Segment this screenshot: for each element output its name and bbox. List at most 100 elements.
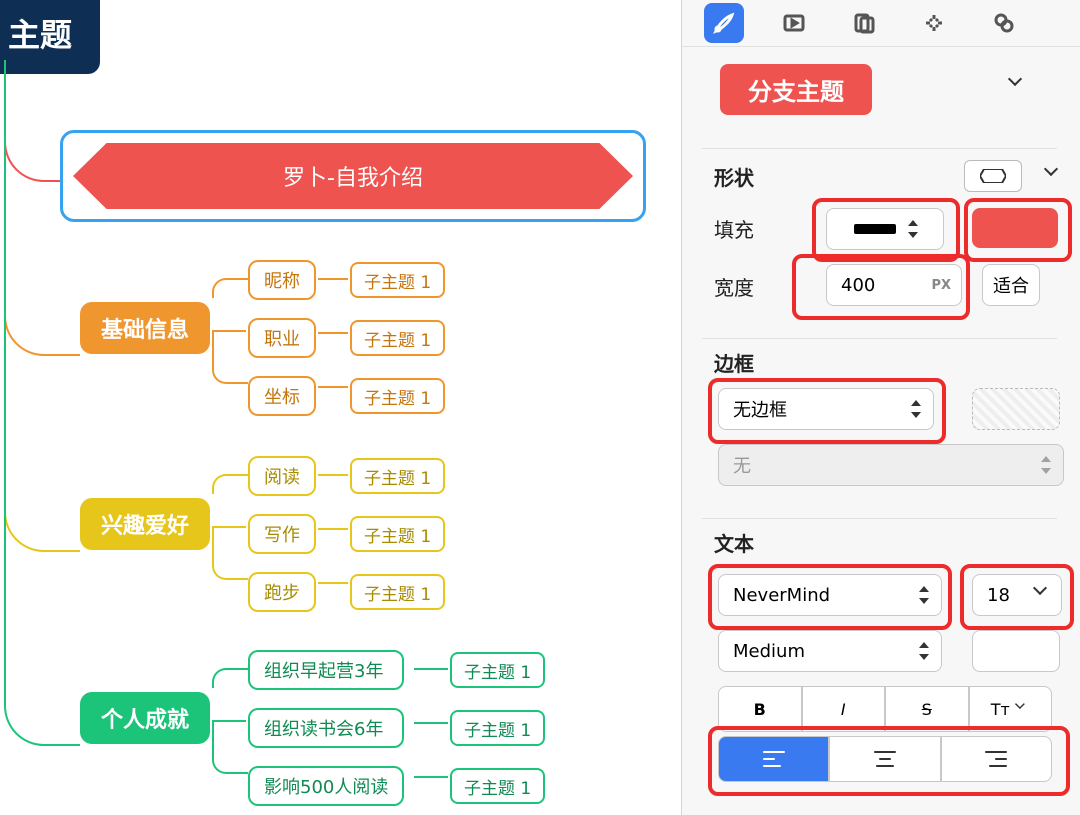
bold-button[interactable]: B xyxy=(718,686,802,732)
sub-node[interactable]: 阅读 xyxy=(248,456,316,496)
sub-node[interactable]: 影响500人阅读 xyxy=(248,766,404,806)
leaf-label: 子主题 1 xyxy=(464,658,531,683)
brush-icon xyxy=(712,11,736,35)
strike-label: S xyxy=(922,700,932,719)
topic-type-label: 分支主题 xyxy=(720,64,872,115)
border-style-select[interactable]: 无边框 xyxy=(718,388,934,430)
leaf-node[interactable]: 子主题 1 xyxy=(350,262,445,298)
selected-topic-node[interactable]: 罗卜-自我介绍 xyxy=(60,130,646,222)
chevron-down-icon xyxy=(1016,703,1027,714)
chevron-down-icon xyxy=(1010,78,1020,84)
topic-type-dropdown[interactable]: 分支主题 xyxy=(720,64,1040,114)
sub-label: 跑步 xyxy=(264,579,300,605)
branch-node[interactable]: 兴趣爱好 xyxy=(80,498,210,550)
leaf-label: 子主题 1 xyxy=(364,326,431,351)
case-button[interactable]: Tᴛ xyxy=(969,686,1053,732)
case-label: Tᴛ xyxy=(991,700,1010,719)
sub-node[interactable]: 坐标 xyxy=(248,376,316,416)
structure-icon xyxy=(922,11,946,35)
strike-button[interactable]: S xyxy=(885,686,969,732)
font-size-select[interactable]: 18 xyxy=(972,574,1062,616)
root-topic-label: 主题 xyxy=(8,16,72,54)
updown-icon xyxy=(917,640,931,662)
font-size-value: 18 xyxy=(987,585,1010,606)
leaf-label: 子主题 1 xyxy=(364,384,431,409)
leaf-label: 子主题 1 xyxy=(364,580,431,605)
font-weight-value: Medium xyxy=(733,641,805,662)
leaf-label: 子主题 1 xyxy=(364,464,431,489)
branch-node[interactable]: 基础信息 xyxy=(80,302,210,354)
chevron-down-icon[interactable] xyxy=(1046,168,1056,174)
width-value: 400 xyxy=(841,275,875,296)
width-input[interactable]: 400 PX xyxy=(826,264,962,306)
sub-node[interactable]: 组织读书会6年 xyxy=(248,708,404,748)
leaf-label: 子主题 1 xyxy=(464,774,531,799)
updown-icon xyxy=(917,584,931,606)
width-unit: PX xyxy=(931,278,951,293)
note-icon xyxy=(852,11,876,35)
updown-icon xyxy=(909,398,923,420)
align-left-button[interactable] xyxy=(718,736,829,782)
sub-node[interactable]: 跑步 xyxy=(248,572,316,612)
leaf-node[interactable]: 子主题 1 xyxy=(450,652,545,688)
selected-topic-label: 罗卜-自我介绍 xyxy=(283,160,423,192)
sub-label: 影响500人阅读 xyxy=(264,773,388,799)
border-line-select: 无 xyxy=(718,444,1064,486)
leaf-label: 子主题 1 xyxy=(464,716,531,741)
style-panel: 分支主题 形状 填充 宽度 400 PX 适合 边框 xyxy=(681,0,1080,815)
sub-node[interactable]: 昵称 xyxy=(248,260,316,300)
shape-select[interactable] xyxy=(964,160,1022,192)
fill-label: 填充 xyxy=(714,214,754,243)
chevron-down-icon xyxy=(1035,587,1051,603)
tab-structure[interactable] xyxy=(914,3,954,43)
fill-pattern-select[interactable] xyxy=(826,208,944,250)
width-fit-label: 适合 xyxy=(993,272,1029,298)
sub-node[interactable]: 职业 xyxy=(248,318,316,358)
sub-node[interactable]: 写作 xyxy=(248,514,316,554)
leaf-label: 子主题 1 xyxy=(364,268,431,293)
text-color-swatch[interactable] xyxy=(972,630,1060,672)
updown-icon xyxy=(906,218,920,240)
sub-label: 昵称 xyxy=(264,267,300,293)
leaf-node[interactable]: 子主题 1 xyxy=(350,378,445,414)
tab-style[interactable] xyxy=(704,3,744,43)
sub-node[interactable]: 组织早起营3年 xyxy=(248,650,404,690)
border-section-label: 边框 xyxy=(714,348,754,377)
solid-fill-swatch-icon xyxy=(854,224,896,234)
sub-label: 坐标 xyxy=(264,383,300,409)
sub-label: 职业 xyxy=(264,325,300,351)
text-section-label: 文本 xyxy=(714,528,754,557)
branch-node[interactable]: 个人成就 xyxy=(80,692,210,744)
branch-label: 兴趣爱好 xyxy=(101,508,189,540)
font-family-select[interactable]: NeverMind xyxy=(718,574,942,616)
leaf-node[interactable]: 子主题 1 xyxy=(350,320,445,356)
border-style-value: 无边框 xyxy=(733,396,787,422)
border-color-swatch[interactable] xyxy=(972,388,1060,430)
align-left-icon xyxy=(763,751,785,767)
shape-label: 形状 xyxy=(714,162,754,191)
width-fit-button[interactable]: 适合 xyxy=(982,264,1040,306)
border-line-value: 无 xyxy=(733,452,751,478)
leaf-node[interactable]: 子主题 1 xyxy=(450,768,545,804)
leaf-node[interactable]: 子主题 1 xyxy=(450,710,545,746)
tab-note[interactable] xyxy=(844,3,884,43)
panel-tabs xyxy=(682,0,1080,47)
leaf-node[interactable]: 子主题 1 xyxy=(350,516,445,552)
sub-label: 阅读 xyxy=(264,463,300,489)
tab-theme[interactable] xyxy=(984,3,1024,43)
sub-label: 组织读书会6年 xyxy=(264,715,383,741)
font-family-value: NeverMind xyxy=(733,585,830,606)
font-weight-select[interactable]: Medium xyxy=(718,630,942,672)
leaf-label: 子主题 1 xyxy=(364,522,431,547)
leaf-node[interactable]: 子主题 1 xyxy=(350,458,445,494)
branch-label: 个人成就 xyxy=(101,702,189,734)
align-right-button[interactable] xyxy=(941,736,1052,782)
tab-presentation[interactable] xyxy=(774,3,814,43)
italic-button[interactable]: I xyxy=(802,686,886,732)
sub-label: 组织早起营3年 xyxy=(264,657,383,683)
hexagon-icon xyxy=(980,169,1006,183)
align-center-button[interactable] xyxy=(829,736,940,782)
fill-color-swatch[interactable] xyxy=(972,208,1058,248)
bold-label: B xyxy=(754,700,766,719)
leaf-node[interactable]: 子主题 1 xyxy=(350,574,445,610)
